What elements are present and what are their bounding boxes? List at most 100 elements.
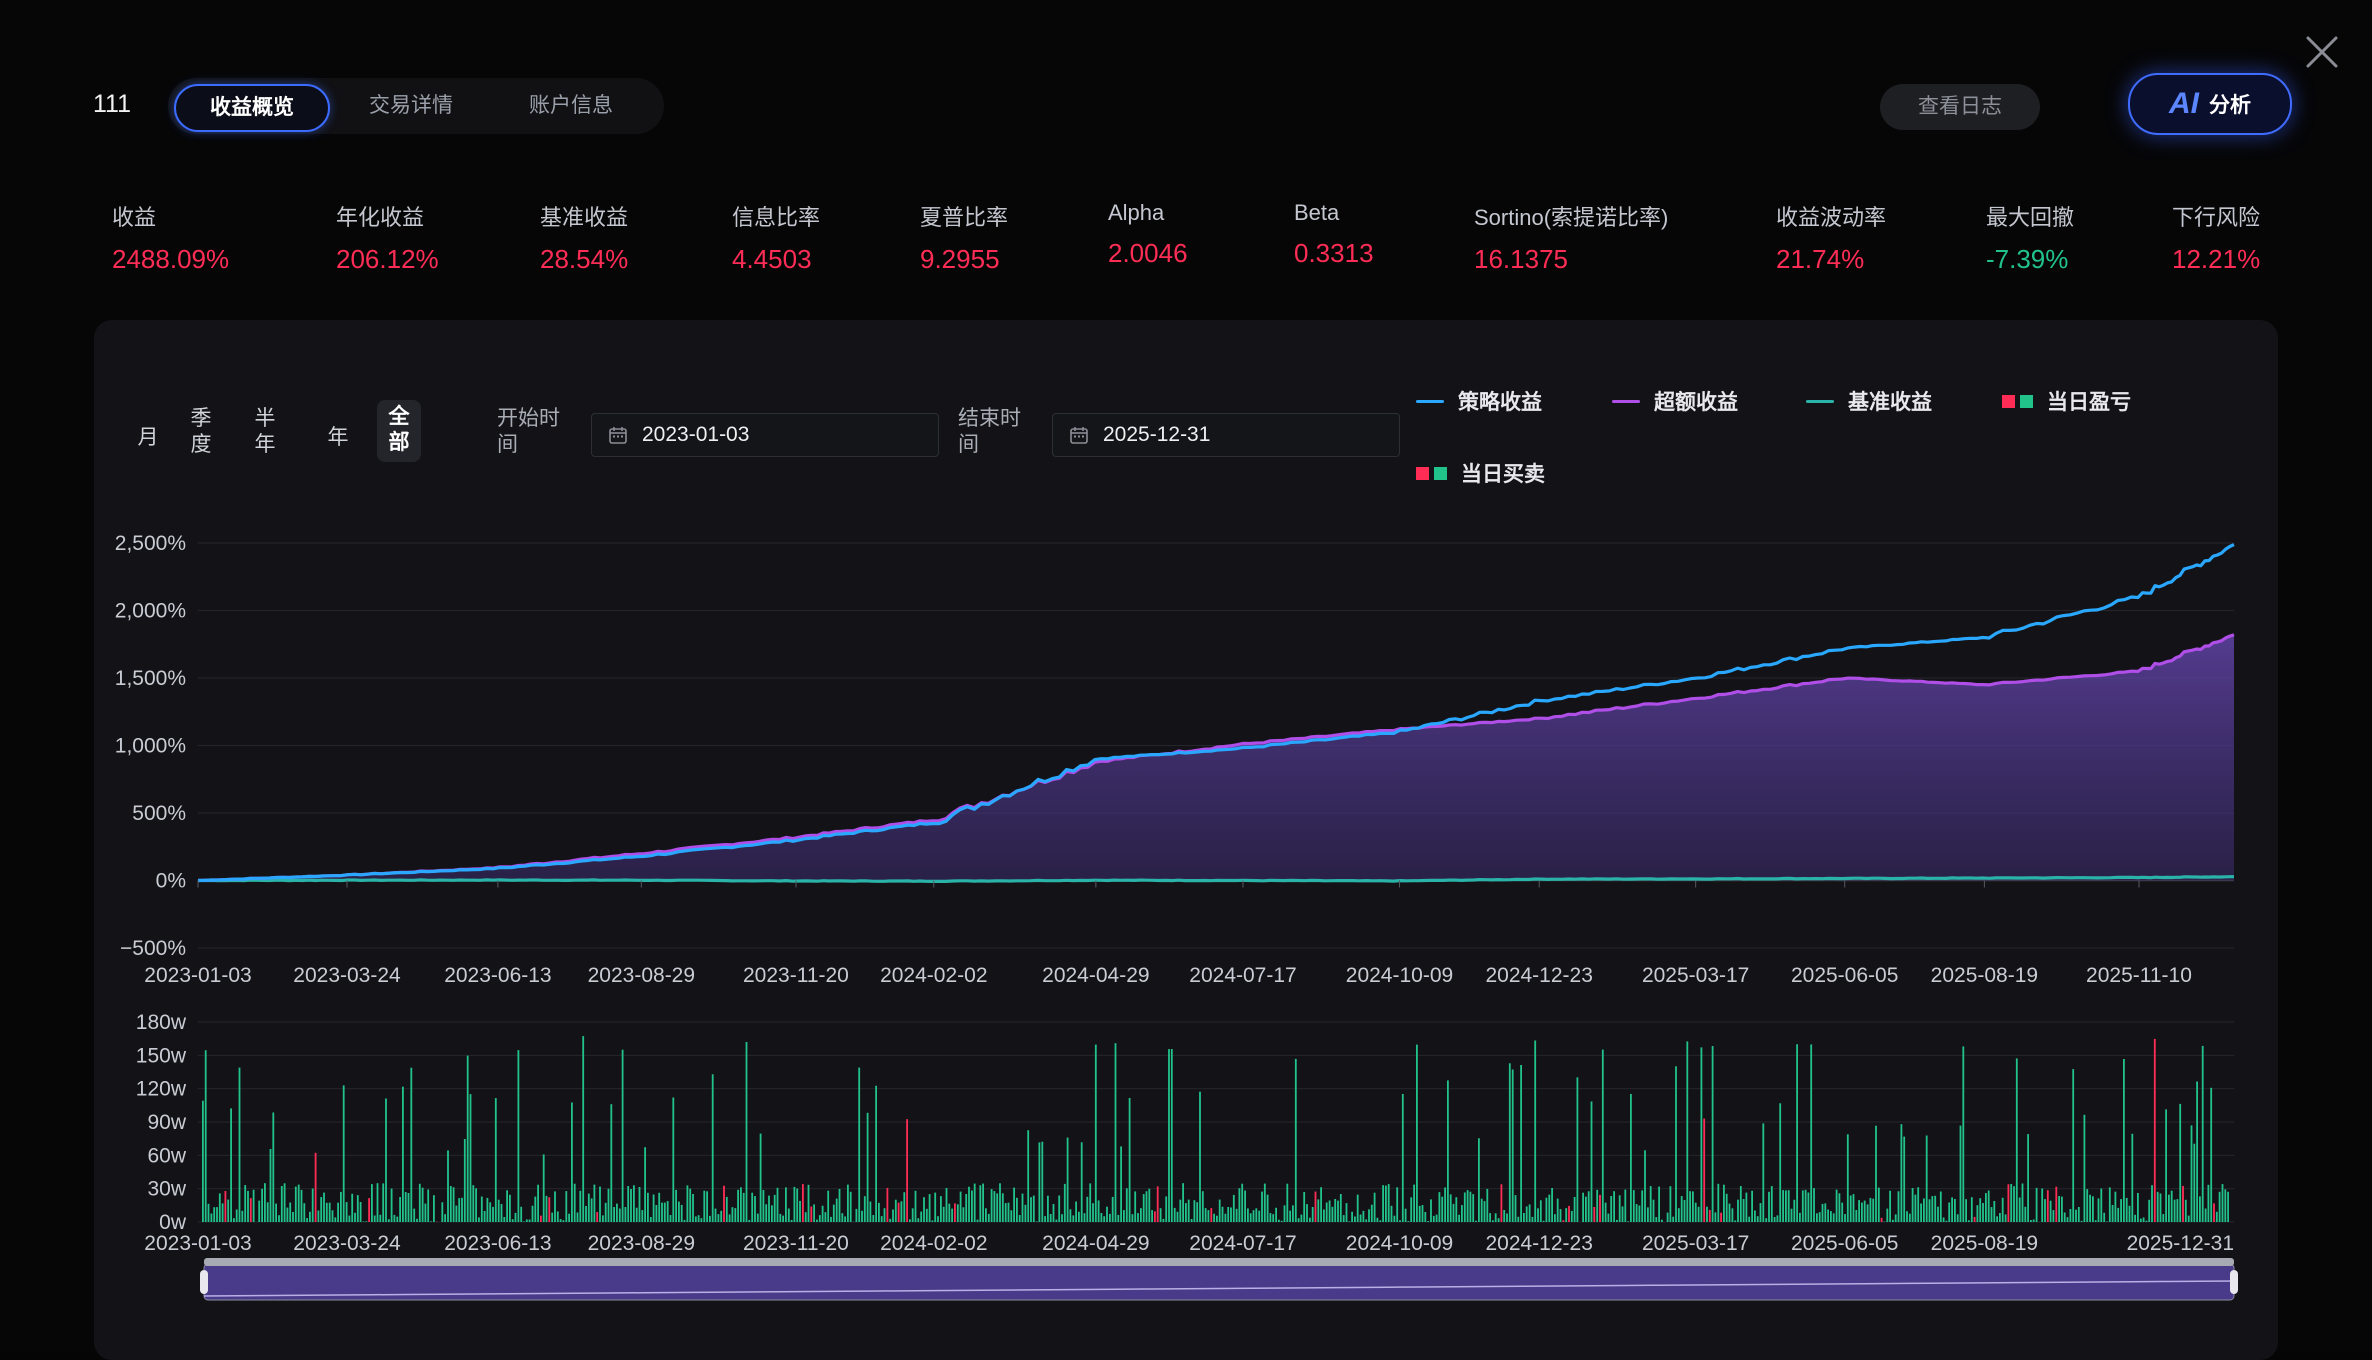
bar bbox=[2005, 1214, 2007, 1222]
bar bbox=[746, 1042, 748, 1222]
bar bbox=[732, 1207, 734, 1222]
bar bbox=[543, 1154, 545, 1222]
bar bbox=[332, 1210, 334, 1222]
bar bbox=[1470, 1192, 1472, 1222]
bar bbox=[788, 1209, 790, 1223]
bar bbox=[1610, 1196, 1612, 1222]
bar bbox=[1582, 1193, 1584, 1222]
bar bbox=[1672, 1217, 1674, 1222]
bar bbox=[940, 1196, 942, 1222]
bar bbox=[748, 1220, 750, 1222]
bar bbox=[2019, 1198, 2021, 1223]
bar bbox=[298, 1185, 300, 1222]
bar bbox=[295, 1187, 297, 1222]
bar bbox=[1064, 1184, 1066, 1222]
bar bbox=[2095, 1220, 2097, 1222]
metric-value: -7.39% bbox=[1986, 244, 2074, 275]
bar bbox=[1008, 1203, 1010, 1222]
bar bbox=[1655, 1217, 1657, 1222]
tab-trade-details[interactable]: 交易详情 bbox=[336, 84, 486, 128]
metric-value: 206.12% bbox=[336, 244, 439, 275]
metric-value: 4.4503 bbox=[732, 244, 820, 275]
bar bbox=[1855, 1210, 1857, 1222]
bar bbox=[678, 1202, 680, 1222]
ai-analysis-button[interactable]: AI 分析 bbox=[2128, 73, 2292, 135]
bar bbox=[926, 1209, 928, 1222]
bar bbox=[2112, 1205, 2114, 1222]
bar bbox=[208, 1204, 210, 1222]
bar bbox=[1095, 1045, 1097, 1222]
bar bbox=[1501, 1184, 1503, 1222]
bar bbox=[1258, 1211, 1260, 1222]
bar bbox=[988, 1214, 990, 1222]
bar bbox=[506, 1190, 508, 1222]
bar bbox=[929, 1194, 931, 1222]
y-tick-label: 0w bbox=[159, 1211, 187, 1234]
bar bbox=[1771, 1186, 1773, 1222]
bar bbox=[1644, 1150, 1646, 1222]
bar bbox=[1847, 1134, 1849, 1222]
bar bbox=[1993, 1201, 1995, 1222]
bar bbox=[1447, 1080, 1449, 1222]
tab-account-info[interactable]: 账户信息 bbox=[496, 84, 646, 128]
tab-overview[interactable]: 收益概览 bbox=[174, 84, 330, 132]
bar bbox=[1895, 1214, 1897, 1222]
view-log-button[interactable]: 查看日志 bbox=[1880, 84, 2040, 130]
bar bbox=[1047, 1196, 1049, 1222]
bar bbox=[354, 1213, 356, 1222]
bar bbox=[2078, 1207, 2080, 1222]
metric-volatility: 收益波动率 21.74% bbox=[1776, 200, 1886, 275]
bar bbox=[563, 1220, 565, 1222]
bar bbox=[2010, 1184, 2012, 1222]
bar bbox=[1985, 1193, 1987, 1222]
bar bbox=[219, 1193, 221, 1222]
x-tick-label: 2025-12-31 bbox=[2127, 1232, 2234, 1255]
bar bbox=[498, 1200, 500, 1222]
bar bbox=[839, 1189, 841, 1222]
bar bbox=[2162, 1214, 2164, 1222]
bar bbox=[1171, 1049, 1173, 1222]
bar bbox=[1433, 1216, 1435, 1222]
bar bbox=[1056, 1220, 1058, 1222]
bar bbox=[270, 1149, 272, 1222]
bar bbox=[2126, 1198, 2128, 1222]
bar bbox=[619, 1209, 621, 1223]
bar bbox=[1326, 1203, 1328, 1223]
bar bbox=[2016, 1058, 2018, 1222]
bar bbox=[633, 1185, 635, 1222]
bar bbox=[520, 1207, 522, 1222]
x-tick-label: 2024-10-09 bbox=[1346, 1232, 1453, 1255]
close-icon[interactable] bbox=[2302, 32, 2342, 72]
bar bbox=[720, 1211, 722, 1222]
bar bbox=[1720, 1213, 1722, 1222]
bar bbox=[1106, 1207, 1108, 1222]
x-tick-label: 2023-08-29 bbox=[588, 1232, 695, 1255]
range-slider-handle-bar bbox=[204, 1258, 2234, 1266]
bar bbox=[1506, 1214, 1508, 1223]
bar bbox=[247, 1191, 249, 1222]
bar bbox=[2047, 1190, 2049, 1222]
bar bbox=[1405, 1209, 1407, 1222]
bar bbox=[1954, 1199, 1956, 1222]
bar bbox=[684, 1220, 686, 1222]
bar bbox=[1377, 1218, 1379, 1222]
returns-chart[interactable]: 2,500%2,000%1,500%1,000%500%0%−500% 2023… bbox=[94, 320, 2278, 1352]
bar bbox=[1858, 1200, 1860, 1222]
bar bbox=[991, 1189, 993, 1222]
bar bbox=[1979, 1198, 1981, 1222]
bar bbox=[1678, 1208, 1680, 1222]
bar bbox=[267, 1202, 269, 1222]
bar bbox=[1988, 1191, 1990, 1223]
bar bbox=[1999, 1213, 2001, 1222]
bar bbox=[1334, 1199, 1336, 1222]
y-tick-label: 2,500% bbox=[115, 532, 186, 555]
bar bbox=[1802, 1190, 1804, 1222]
ai-mark: AI bbox=[2169, 87, 2199, 121]
bar bbox=[2081, 1221, 2083, 1222]
bar bbox=[2202, 1046, 2204, 1222]
bar bbox=[379, 1215, 381, 1222]
x-tick-label: 2024-02-02 bbox=[880, 1232, 987, 1255]
bar bbox=[884, 1208, 886, 1222]
bar bbox=[703, 1191, 705, 1222]
bar bbox=[1864, 1201, 1866, 1222]
